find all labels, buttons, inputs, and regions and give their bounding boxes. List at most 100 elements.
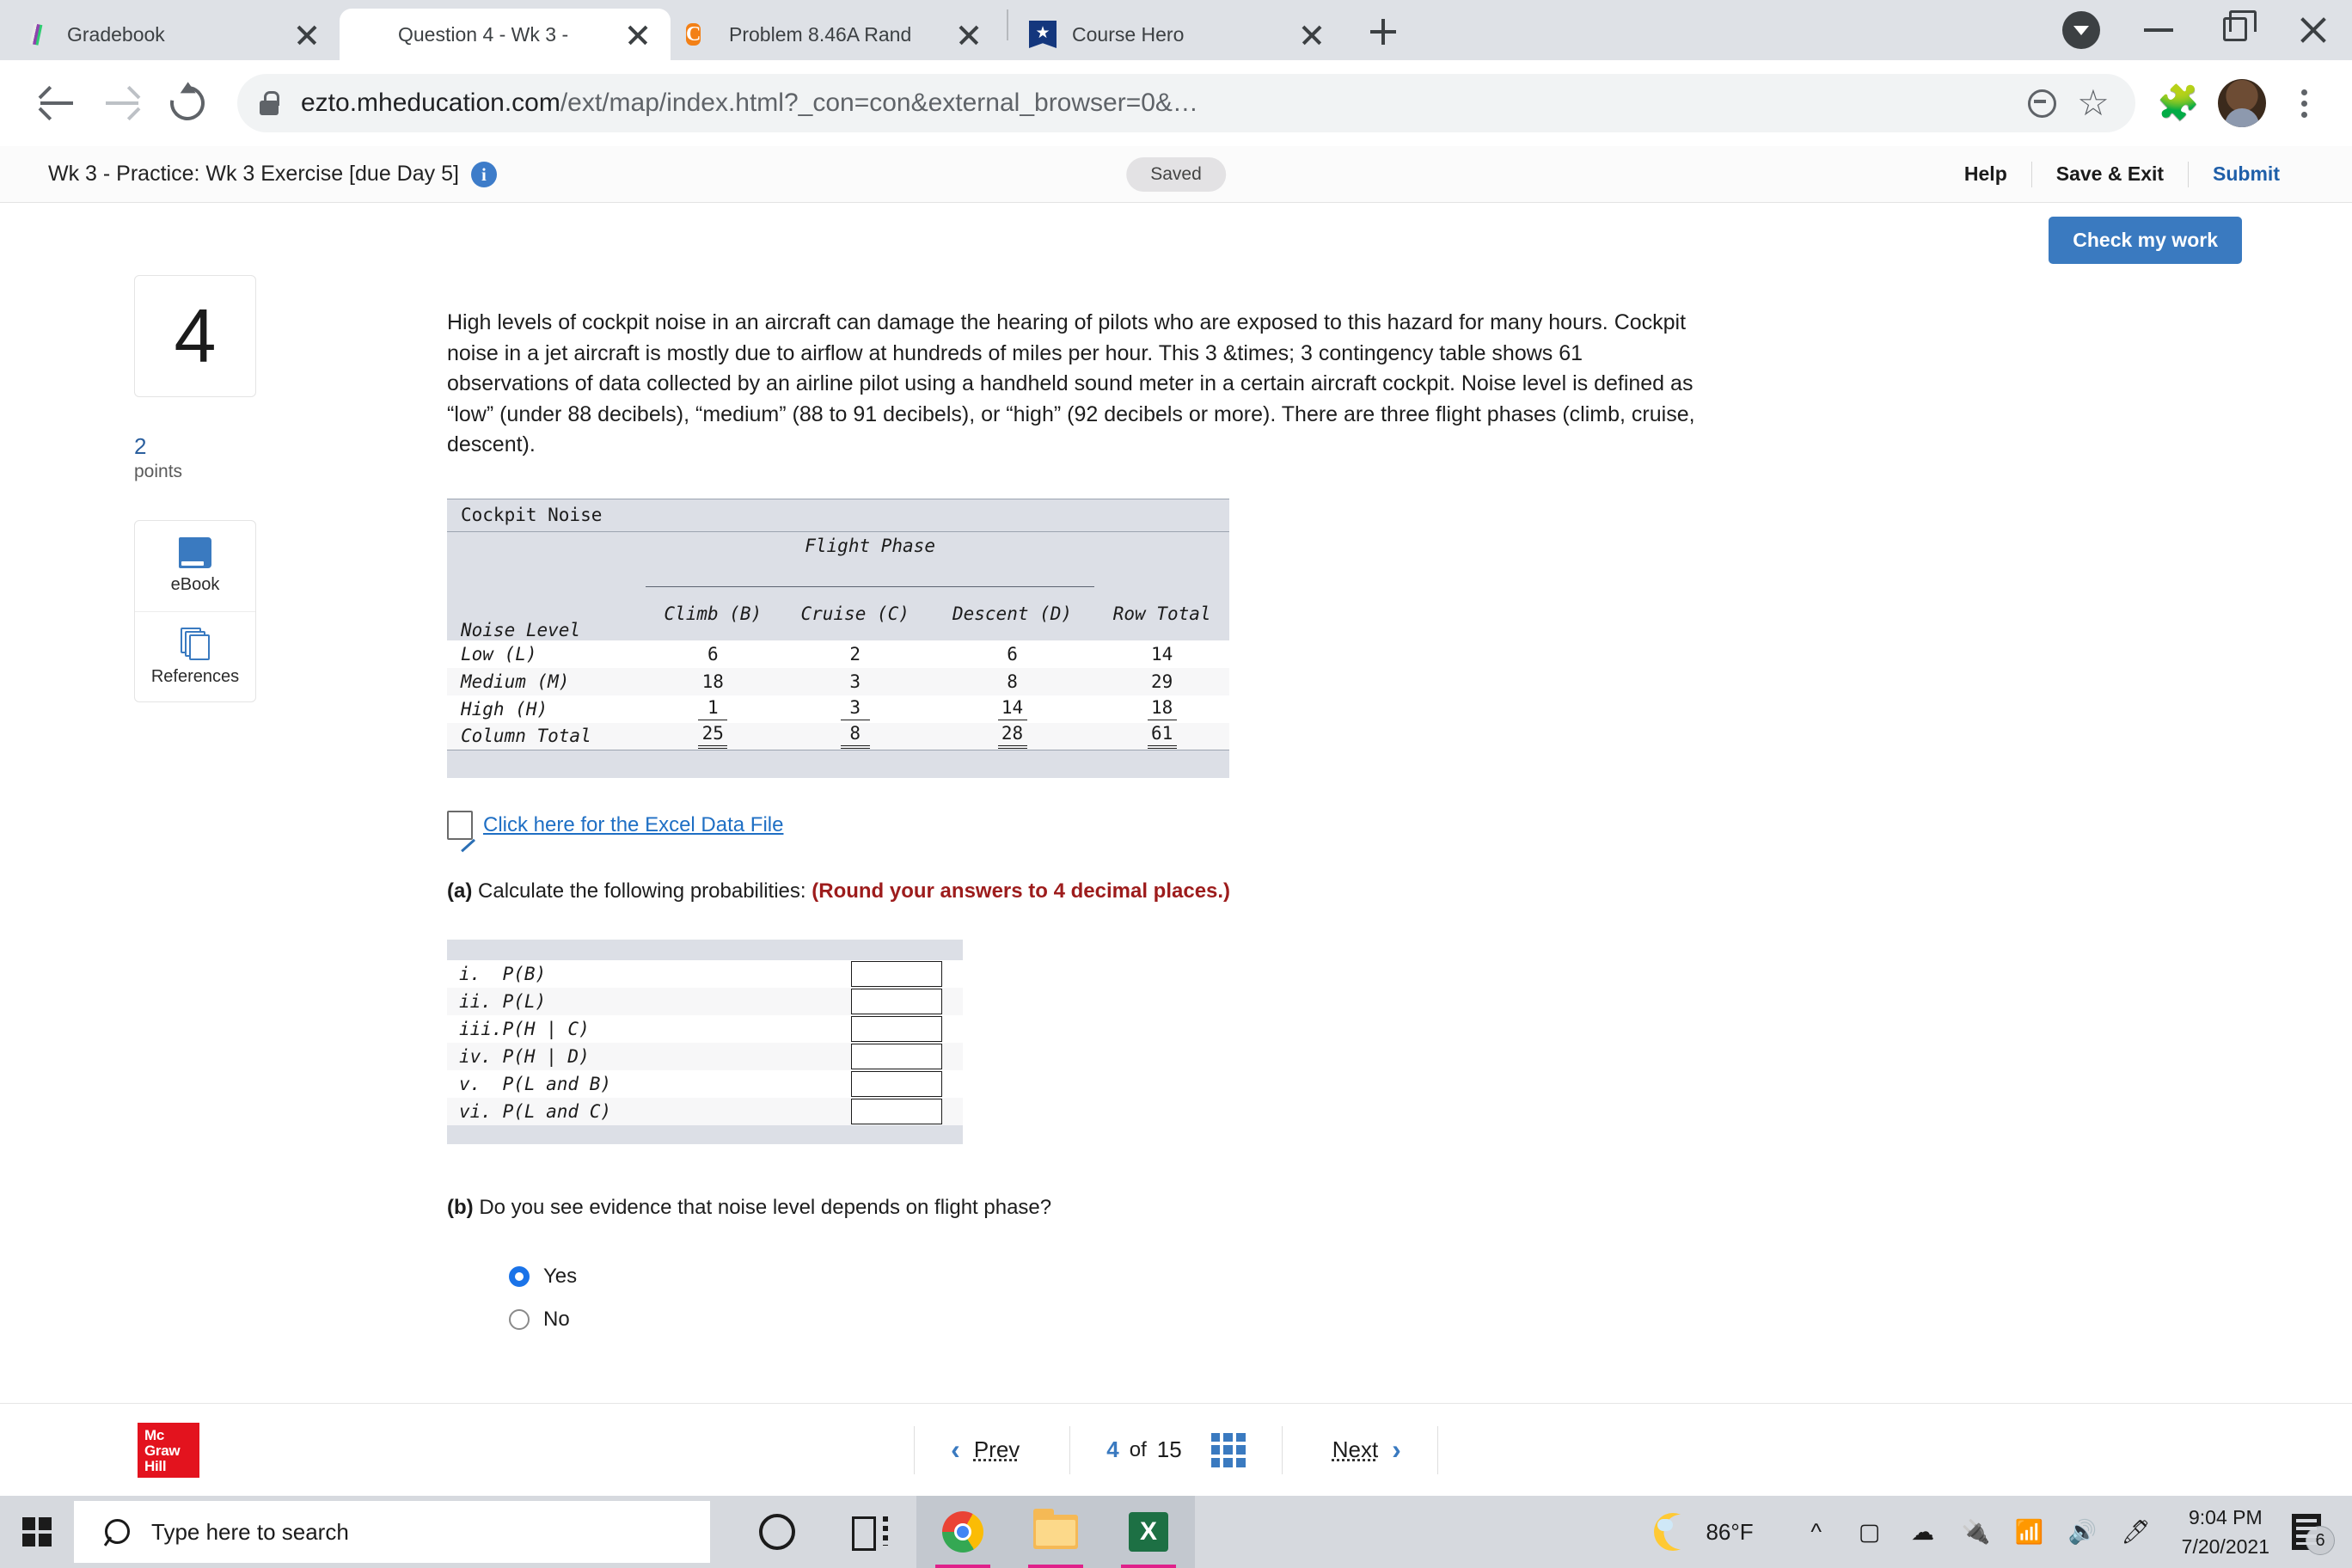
windows-taskbar: Type here to search X 86°F ^ ▢ ☁ 🔌 📶 🔊 🖊… xyxy=(0,1496,2352,1568)
extensions-puzzle-icon[interactable]: 🧩 xyxy=(2153,77,2204,129)
answers-table-wrapper: i. P(B) ii. P(L) iii. P(H | C) iv. P(H |… xyxy=(447,939,963,1144)
back-icon[interactable] xyxy=(24,70,89,136)
answers-table: i. P(B) ii. P(L) iii. P(H | C) iv. P(H |… xyxy=(447,939,963,1144)
tab-strip: Gradebook Question 4 - Wk 3 - C Problem … xyxy=(0,0,2352,60)
file-explorer-icon xyxy=(1033,1509,1078,1549)
question-text: High levels of cockpit noise in an aircr… xyxy=(447,310,1695,456)
tab-close-icon[interactable] xyxy=(952,17,986,52)
tab-title: Question 4 - Wk 3 - xyxy=(398,22,569,46)
logo-line-2: Graw xyxy=(144,1442,181,1459)
volume-icon[interactable]: 🔊 xyxy=(2056,1496,2110,1568)
cell-column-total: 8 xyxy=(840,723,870,750)
chrome-taskbar-button[interactable] xyxy=(916,1496,1009,1568)
onedrive-icon[interactable]: ☁ xyxy=(1896,1496,1950,1568)
weather-widget[interactable]: 86°F xyxy=(1654,1513,1754,1551)
excel-data-file-link-row: Click here for the Excel Data File xyxy=(447,810,1699,840)
ebook-button[interactable]: eBook xyxy=(135,521,255,611)
profile-avatar[interactable] xyxy=(2218,79,2266,127)
group-header: Flight Phase xyxy=(805,535,935,556)
question-rail: 4 2 points eBook References xyxy=(134,275,289,1351)
table-row: i. P(B) xyxy=(447,960,963,988)
zoom-out-icon[interactable] xyxy=(2025,87,2058,119)
radio-no-icon[interactable] xyxy=(509,1308,530,1330)
save-and-exit-link[interactable]: Save & Exit xyxy=(2032,162,2188,186)
address-bar[interactable]: ezto.mheducation.com/ext/map/index.html?… xyxy=(237,74,2135,132)
info-icon[interactable]: i xyxy=(470,161,497,187)
page-current: 4 xyxy=(1106,1436,1119,1462)
search-icon xyxy=(105,1519,131,1545)
browser-tab-gradebook[interactable]: Gradebook xyxy=(9,9,340,60)
part-b-text: Do you see evidence that noise level dep… xyxy=(479,1195,1052,1219)
grid-view-icon[interactable] xyxy=(1210,1432,1246,1467)
browser-tab-problem846a[interactable]: C Problem 8.46A Rand xyxy=(671,9,1001,60)
excel-data-file-link[interactable]: Click here for the Excel Data File xyxy=(483,813,783,837)
url-path: /ext/map/index.html?_con=con&external_br… xyxy=(560,89,1198,117)
answer-input-pb[interactable] xyxy=(851,960,942,987)
wifi-icon[interactable]: 📶 xyxy=(2003,1496,2056,1568)
taskbar-search-input[interactable]: Type here to search xyxy=(74,1501,710,1563)
divider xyxy=(1436,1425,1438,1474)
answer-input-plb[interactable] xyxy=(851,1070,942,1097)
table-row: Low (L) 6 2 6 14 xyxy=(447,640,1229,668)
omnibox-toolbar: ezto.mheducation.com/ext/map/index.html?… xyxy=(0,60,2352,146)
show-hidden-icons-chevron[interactable]: ^ xyxy=(1790,1496,1843,1568)
battery-power-icon[interactable]: 🔌 xyxy=(1950,1496,2003,1568)
cell-row-total: 14 xyxy=(1150,643,1173,665)
help-link[interactable]: Help xyxy=(1940,162,2031,186)
next-button[interactable]: Next › xyxy=(1283,1434,1437,1466)
row-name: High (H) xyxy=(461,698,548,720)
tab-close-icon[interactable] xyxy=(290,17,324,52)
pager: ‹ Prev 4 of 15 Next › xyxy=(914,1425,1438,1474)
row-name: Low (L) xyxy=(461,643,537,665)
bookmark-star-icon[interactable]: ☆ xyxy=(2073,83,2113,123)
question-content: High levels of cockpit noise in an aircr… xyxy=(289,275,1750,1351)
answer-input-phc[interactable] xyxy=(851,1015,942,1042)
submit-link[interactable]: Submit xyxy=(2189,162,2304,186)
radio-yes-label: Yes xyxy=(543,1264,578,1288)
check-my-work-button[interactable]: Check my work xyxy=(2049,217,2242,264)
clock[interactable]: 9:04 PM 7/20/2021 xyxy=(2182,1503,2269,1562)
windows-logo-icon xyxy=(22,1517,52,1547)
action-center-button[interactable]: 6 xyxy=(2288,1512,2335,1555)
cell-value: 18 xyxy=(645,667,781,695)
pen-icon[interactable]: 🖊 xyxy=(2110,1496,2163,1568)
reload-icon[interactable] xyxy=(155,70,220,136)
excel-taskbar-button[interactable]: X xyxy=(1102,1496,1195,1568)
browser-tab-question4[interactable]: Question 4 - Wk 3 - xyxy=(340,9,671,60)
table-row: v. P(L and B) xyxy=(447,1070,963,1098)
answer-label: P(H | C) xyxy=(502,1018,590,1039)
chrome-menu-icon[interactable] xyxy=(2280,77,2328,129)
task-view-button[interactable] xyxy=(824,1496,916,1568)
clock-time: 9:04 PM xyxy=(2189,1505,2263,1528)
references-button[interactable]: References xyxy=(135,611,255,701)
cortana-button[interactable] xyxy=(731,1496,824,1568)
answer-label: P(B) xyxy=(502,963,547,984)
part-a-label: (a) xyxy=(447,879,473,903)
forward-icon[interactable] xyxy=(89,70,155,136)
radio-option-no[interactable]: No xyxy=(509,1308,1699,1332)
new-tab-button[interactable] xyxy=(1358,7,1408,57)
part-a-note: (Round your answers to 4 decimal places.… xyxy=(812,879,1231,903)
answer-input-plc[interactable] xyxy=(851,1098,942,1124)
references-label: References xyxy=(150,666,240,686)
maximize-icon[interactable] xyxy=(2197,0,2275,60)
webcam-icon[interactable]: ▢ xyxy=(1843,1496,1896,1568)
logo-line-3: Hill xyxy=(144,1457,167,1474)
radio-yes-icon[interactable] xyxy=(509,1265,530,1287)
minimize-icon[interactable] xyxy=(2120,0,2197,60)
start-button[interactable] xyxy=(0,1496,74,1568)
answer-input-pl[interactable] xyxy=(851,988,942,1014)
file-explorer-taskbar-button[interactable] xyxy=(1009,1496,1102,1568)
cell-row-total: 18 xyxy=(1147,697,1177,720)
profile-caret-icon[interactable] xyxy=(2043,0,2120,60)
radio-option-yes[interactable]: Yes xyxy=(509,1265,1699,1289)
points-label: points xyxy=(134,462,183,481)
prev-button[interactable]: ‹ Prev xyxy=(915,1434,1069,1466)
close-window-icon[interactable] xyxy=(2275,0,2352,60)
answer-input-phd[interactable] xyxy=(851,1043,942,1069)
tab-title: Problem 8.46A Rand xyxy=(729,22,912,46)
tab-close-icon[interactable] xyxy=(621,17,655,52)
part-b-prompt: (b) Do you see evidence that noise level… xyxy=(447,1196,1699,1220)
tab-close-icon[interactable] xyxy=(1295,17,1329,52)
browser-tab-course-hero[interactable]: ★ Course Hero xyxy=(1014,9,1344,60)
